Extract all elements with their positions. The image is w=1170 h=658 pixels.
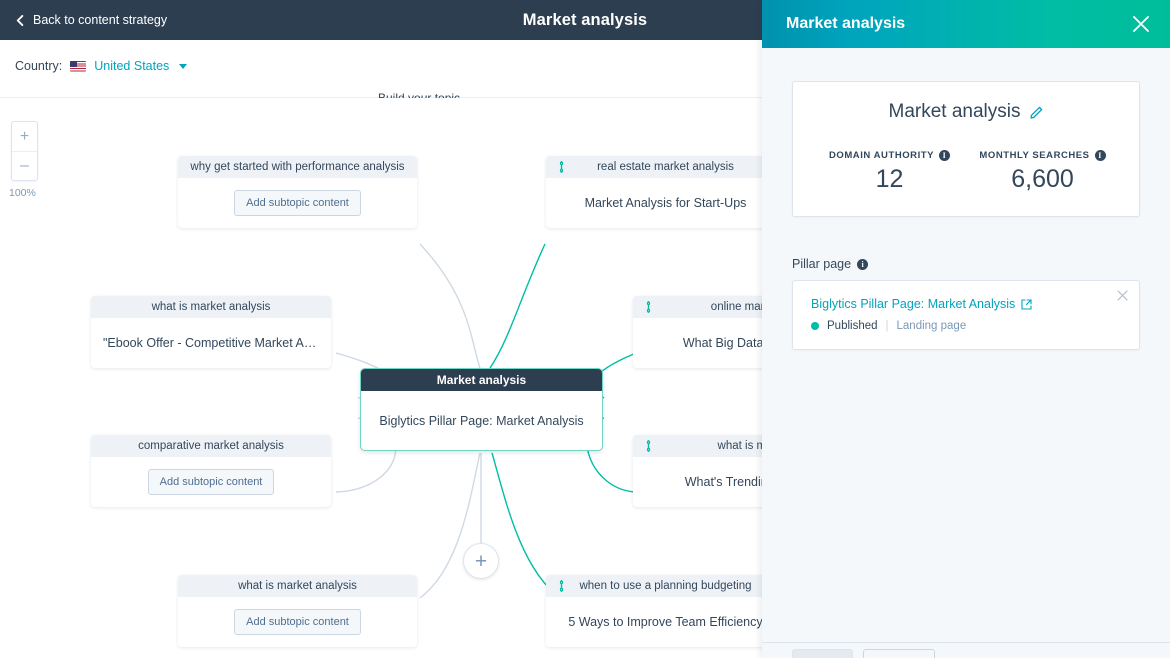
stat-value: 6,600 <box>966 165 1119 194</box>
subtopic-node-header: why get started with performance analysi… <box>178 156 417 178</box>
subtopic-node-body: Add subtopic content <box>91 457 331 507</box>
info-icon[interactable]: i <box>1095 150 1106 161</box>
zoom-out-button[interactable]: – <box>12 151 37 180</box>
cancel-button[interactable]: Cancel <box>863 649 934 658</box>
subtopic-keyword: what is market analysis <box>238 580 357 592</box>
subtopic-node-header: real estate market analysis <box>546 156 785 178</box>
back-to-content-strategy-link[interactable]: Back to content strategy <box>15 13 167 27</box>
subtopic-node-body: Market Analysis for Start-Ups <box>546 178 785 228</box>
pillar-page-card: Biglytics Pillar Page: Market Analysis P… <box>792 280 1140 350</box>
details-panel-header: Market analysis <box>762 0 1170 48</box>
stat-monthly-searches: MONTHLY SEARCHES i 6,600 <box>966 150 1119 194</box>
subtopic-node-header: comparative market analysis <box>91 435 331 457</box>
subtopic-node-header: what is market analysis <box>178 575 417 597</box>
details-panel-body: Market analysis DOMAIN AUTHORITY i 12 <box>762 48 1170 658</box>
save-button[interactable]: Save <box>792 649 853 658</box>
subtopic-keyword: why get started with performance analysi… <box>190 161 404 173</box>
add-subtopic-content-button[interactable]: Add subtopic content <box>234 190 361 216</box>
subtopic-content-title[interactable]: 5 Ways to Improve Team Efficiency <box>558 615 773 629</box>
info-icon[interactable]: i <box>857 259 868 270</box>
topic-name: Market analysis <box>889 101 1021 123</box>
country-selector[interactable]: Country: United States <box>15 59 187 73</box>
topic-stats-card-title: Market analysis <box>813 101 1119 123</box>
subtopic-content-title[interactable]: Market Analysis for Start-Ups <box>558 196 773 210</box>
subtopic-node-body: "Ebook Offer - Competitive Market Analys… <box>91 318 331 368</box>
subtopic-node-body: Add subtopic content <box>178 597 417 647</box>
zoom-level-label: 100% <box>9 187 36 199</box>
pillar-page-label-text: Pillar page <box>792 257 851 271</box>
subtopic-keyword: real estate market analysis <box>597 161 734 173</box>
meta-separator: | <box>886 320 889 332</box>
back-link-label: Back to content strategy <box>33 13 167 27</box>
subtopic-keyword: what is market analysis <box>152 301 271 313</box>
subtopic-node-header: when to use a planning budgeting <box>546 575 785 597</box>
chevron-down-icon[interactable] <box>179 64 187 69</box>
edit-pencil-icon[interactable] <box>1030 105 1044 119</box>
details-panel-title: Market analysis <box>786 15 905 33</box>
us-flag-icon <box>70 61 86 72</box>
details-panel-footer: Save Cancel <box>762 642 1170 658</box>
chevron-left-icon <box>15 15 26 26</box>
link-icon <box>557 580 566 593</box>
add-subtopic-node-button[interactable]: + <box>463 543 499 579</box>
core-topic-pillar-title[interactable]: Biglytics Pillar Page: Market Analysis <box>361 391 602 451</box>
core-topic-header: Market analysis <box>361 369 602 391</box>
pillar-page-link[interactable]: Biglytics Pillar Page: Market Analysis <box>811 297 1121 311</box>
subtopic-node[interactable]: real estate market analysis Market Analy… <box>546 156 785 228</box>
pillar-page-link-text: Biglytics Pillar Page: Market Analysis <box>811 297 1015 311</box>
zoom-in-button[interactable]: + <box>12 122 37 151</box>
link-icon <box>557 161 566 174</box>
subtopic-node[interactable]: why get started with performance analysi… <box>178 156 417 228</box>
add-subtopic-content-button[interactable]: Add subtopic content <box>148 469 275 495</box>
subtopic-node[interactable]: what is market analysis "Ebook Offer - C… <box>91 296 331 368</box>
topic-stats-row: DOMAIN AUTHORITY i 12 MONTHLY SEARCHES i… <box>813 150 1119 194</box>
subtopic-node[interactable]: what is market analysis Add subtopic con… <box>178 575 417 647</box>
add-subtopic-content-button[interactable]: Add subtopic content <box>234 609 361 635</box>
zoom-control[interactable]: + – <box>11 121 38 181</box>
topic-stats-card: Market analysis DOMAIN AUTHORITY i 12 <box>792 81 1140 217</box>
country-value[interactable]: United States <box>94 59 169 73</box>
stat-label-text: MONTHLY SEARCHES <box>979 150 1089 161</box>
stat-label-text: DOMAIN AUTHORITY <box>829 150 934 161</box>
link-icon <box>644 301 653 314</box>
subtopic-node[interactable]: comparative market analysis Add subtopic… <box>91 435 331 507</box>
close-icon[interactable] <box>1132 15 1150 33</box>
country-label: Country: <box>15 59 62 73</box>
subtopic-content-title[interactable]: "Ebook Offer - Competitive Market Analys… <box>103 336 319 350</box>
info-icon[interactable]: i <box>939 150 950 161</box>
pillar-page-meta: Published | Landing page <box>811 320 1121 332</box>
details-panel: Market analysis Market analysis DOM <box>762 0 1170 658</box>
pillar-page-section-label: Pillar page i <box>792 257 1140 271</box>
subtopic-node-header: what is market analysis <box>91 296 331 318</box>
status-badge: Published <box>827 320 878 332</box>
stat-label: DOMAIN AUTHORITY i <box>813 150 966 161</box>
remove-pillar-page-icon[interactable] <box>1117 290 1128 301</box>
subtopic-node[interactable]: when to use a planning budgeting 5 Ways … <box>546 575 785 647</box>
status-dot-icon <box>811 322 819 330</box>
external-link-icon <box>1021 299 1032 310</box>
subtopic-keyword: when to use a planning budgeting <box>579 580 751 592</box>
link-icon <box>644 440 653 453</box>
core-topic-node[interactable]: Market analysis Biglytics Pillar Page: M… <box>360 368 603 451</box>
subtopic-keyword: comparative market analysis <box>138 440 284 452</box>
page-type-label: Landing page <box>897 320 967 332</box>
stat-label: MONTHLY SEARCHES i <box>966 150 1119 161</box>
stat-value: 12 <box>813 165 966 194</box>
subtopic-node-body: Add subtopic content <box>178 178 417 228</box>
app-root: Back to content strategy Market analysis… <box>0 0 1170 658</box>
stat-domain-authority: DOMAIN AUTHORITY i 12 <box>813 150 966 194</box>
subtopic-node-body: 5 Ways to Improve Team Efficiency <box>546 597 785 647</box>
